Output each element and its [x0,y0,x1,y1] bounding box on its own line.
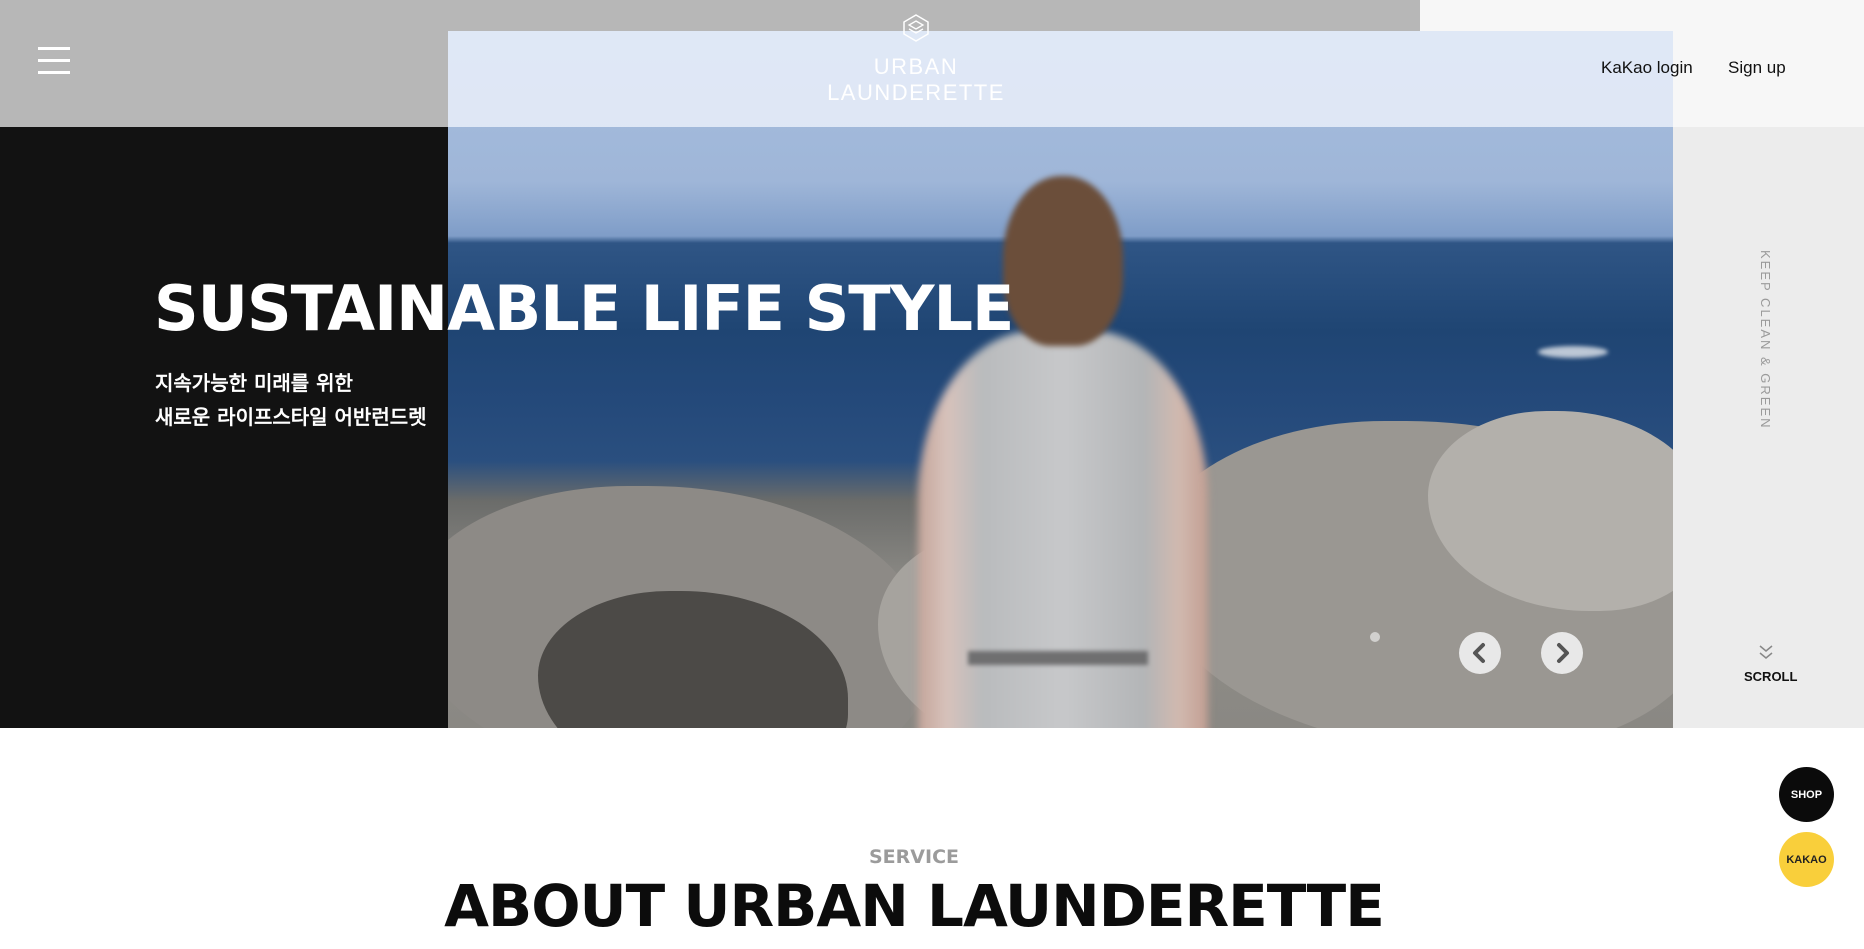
hamburger-icon[interactable] [38,47,70,77]
logo-text: URBAN LAUNDERETTE [827,54,1005,105]
slide-indicator-dot[interactable] [1370,632,1380,642]
hero-subtitle-line: 새로운 라이프스타일 어반런드렛 [155,405,427,429]
shop-button[interactable]: SHOP [1779,767,1834,822]
hero-subtitle: 지속가능한 미래를 위한 새로운 라이프스타일 어반런드렛 [155,366,427,434]
person-figure [918,331,1208,728]
header-overlay [448,31,1673,127]
double-chevron-down-icon [1759,645,1773,659]
slide-next-button[interactable] [1541,632,1583,674]
chevron-right-icon [1557,643,1569,663]
section-eyebrow: SERVICE [869,846,959,868]
person-hair [1003,176,1123,346]
kakao-login-link[interactable]: KaKao login [1601,58,1693,78]
chevron-left-icon [1473,643,1485,663]
hexagon-logo-icon [903,14,929,42]
hero-image [448,31,1673,728]
about-section-title: ABOUT URBAN LAUNDERETTE [444,872,1385,940]
hero-subtitle-line: 지속가능한 미래를 위한 [155,371,353,395]
hero-title: SUSTAINABLE LIFE STYLE [154,272,1014,345]
scroll-indicator[interactable]: SCROLL [1744,669,1797,684]
sign-up-link[interactable]: Sign up [1728,58,1786,78]
slide-prev-button[interactable] [1459,632,1501,674]
wave-foam [1538,346,1608,358]
person-belt [968,651,1148,665]
keep-clean-vertical-text: KEEP CLEAN & GREEN [1758,250,1773,430]
site-logo[interactable]: URBAN LAUNDERETTE [784,14,1048,106]
